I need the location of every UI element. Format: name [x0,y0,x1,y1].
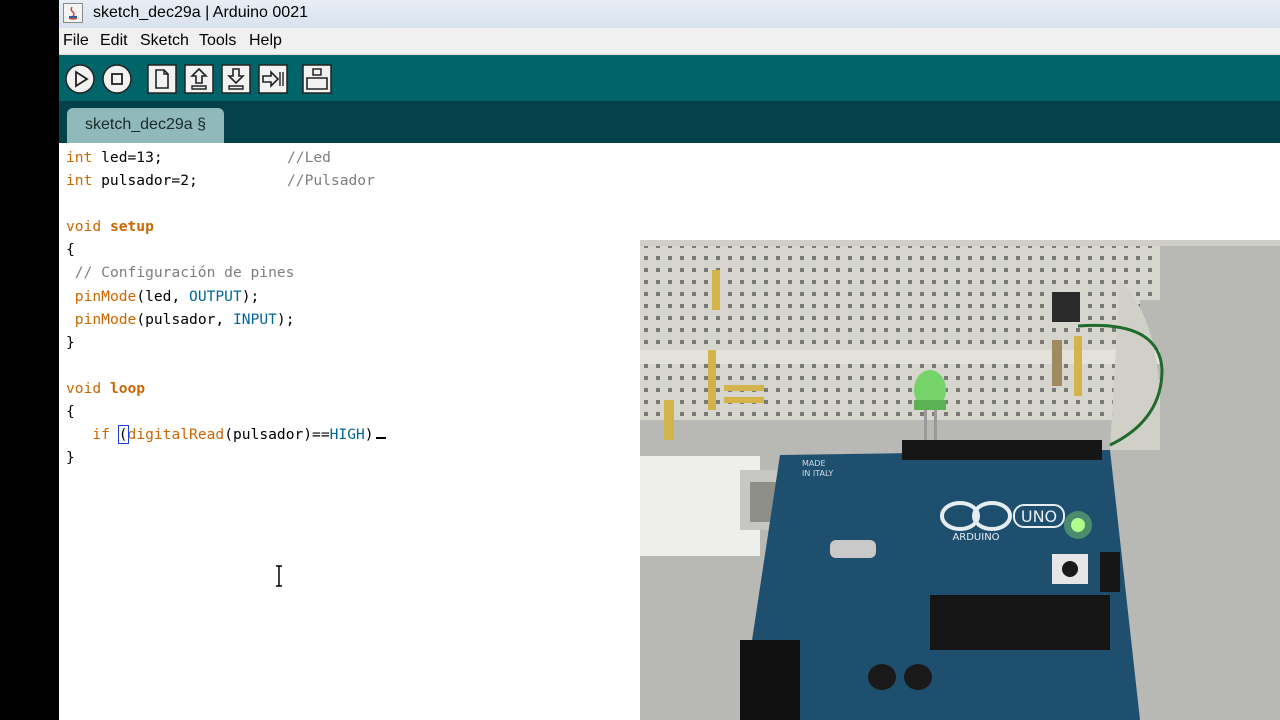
menu-file[interactable]: File [63,32,89,50]
board-made-text: MADE [802,459,826,468]
code-line: int pulsador=2;//Pulsador [66,172,375,190]
code-line: // Configuración de pines [74,264,295,282]
code-line: } [66,449,75,467]
code-line: { [66,403,75,421]
toolbar [59,55,1280,101]
title-bar: sketch_dec29a | Arduino 0021 [59,0,1280,28]
new-file-icon [147,64,177,94]
code-text[interactable]: int led=13;//Led int pulsador=2;//Pulsad… [66,146,386,469]
upload-button[interactable] [257,63,289,95]
serial-monitor-button[interactable] [301,63,333,95]
code-line: void setup [66,218,154,236]
tab-label: sketch_dec29a § [85,116,206,133]
menu-help[interactable]: Help [249,32,282,50]
arrow-right-icon [258,64,288,94]
arrow-down-icon [221,64,251,94]
save-button[interactable] [220,63,252,95]
window-title: sketch_dec29a | Arduino 0021 [93,4,308,21]
arrow-up-icon [184,64,214,94]
code-line: pinMode(pulsador, INPUT); [74,310,295,328]
stop-button[interactable] [101,63,133,95]
verify-button[interactable] [64,63,96,95]
text-caret [375,437,386,440]
tab-sketch[interactable]: sketch_dec29a § [67,108,224,143]
code-line: } [66,333,75,351]
menu-edit[interactable]: Edit [100,32,128,50]
play-icon [65,64,95,94]
code-line: void loop [66,379,146,397]
menu-sketch[interactable]: Sketch [140,32,189,50]
serial-monitor-icon [302,64,332,94]
open-button[interactable] [183,63,215,95]
code-line: { [66,241,75,259]
bracket-match-highlight: ( [117,425,129,445]
board-italy-text: IN ITALY [802,469,833,478]
menu-bar: File Edit Sketch Tools Help [59,28,1280,55]
new-button[interactable] [146,63,178,95]
tab-bar: sketch_dec29a § [59,101,1280,143]
ibeam-cursor-icon [276,565,282,587]
java-app-icon[interactable] [63,3,83,23]
board-model-text: UNO [1021,507,1057,526]
board-brand-text: ARDUINO [952,532,999,543]
arduino-board-image: ARDUINO UNO MADE IN ITALY [640,240,1280,720]
stop-icon [102,64,132,94]
code-line: int led=13;//Led [66,149,331,166]
menu-tools[interactable]: Tools [199,32,236,50]
code-line: pinMode(led, OUTPUT); [74,287,260,305]
code-line: if (digitalRead(pulsador)==HIGH) [66,423,386,446]
arduino-photo: ARDUINO UNO MADE IN ITALY [640,240,1280,720]
